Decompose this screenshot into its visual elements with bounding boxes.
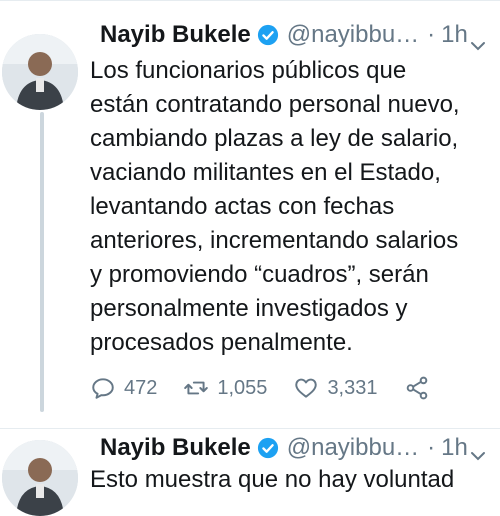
- avatar-photo: [2, 34, 78, 110]
- thread-connector: [40, 112, 44, 412]
- author-handle[interactable]: @nayibbu…: [287, 434, 419, 462]
- top-divider: [0, 0, 500, 1]
- timestamp[interactable]: 1h: [441, 21, 468, 49]
- like-button[interactable]: 3,331: [293, 375, 378, 401]
- reply-icon: [92, 378, 114, 399]
- tweet-text: Los funcionarios públicos que están cont…: [90, 57, 460, 356]
- reply-button[interactable]: 472: [90, 375, 157, 401]
- avatar-photo: [2, 440, 78, 516]
- tweet-header: Nayib Bukele @nayibbu… · 1h: [100, 18, 468, 52]
- retweet-count: 1,055: [217, 376, 268, 399]
- share-button[interactable]: [404, 375, 438, 401]
- reply-count: 472: [124, 376, 158, 399]
- separator-dot: ·: [427, 434, 436, 461]
- retweet-button[interactable]: 1,055: [183, 375, 267, 401]
- timestamp[interactable]: 1h: [441, 434, 468, 462]
- like-count: 3,331: [327, 376, 378, 399]
- avatar[interactable]: [2, 440, 78, 516]
- tweet-actions: 472 1,055 3,331: [90, 372, 450, 404]
- author-name[interactable]: Nayib Bukele: [100, 21, 251, 49]
- avatar[interactable]: [2, 34, 78, 110]
- separator-dot: ·: [427, 21, 436, 48]
- author-name[interactable]: Nayib Bukele: [100, 434, 251, 462]
- chevron-down-icon[interactable]: [468, 36, 488, 56]
- heart-icon: [295, 378, 318, 398]
- tweet-text: Esto muestra que no hay voluntad: [90, 466, 455, 493]
- author-handle[interactable]: @nayibbu…: [287, 21, 419, 49]
- tweet-divider: [0, 428, 500, 429]
- verified-badge-icon: [257, 24, 278, 46]
- retweet-icon: [184, 381, 209, 395]
- share-icon: [406, 376, 427, 400]
- tweet-header: Nayib Bukele @nayibbu… · 1h: [100, 431, 468, 465]
- verified-badge-icon: [257, 437, 278, 459]
